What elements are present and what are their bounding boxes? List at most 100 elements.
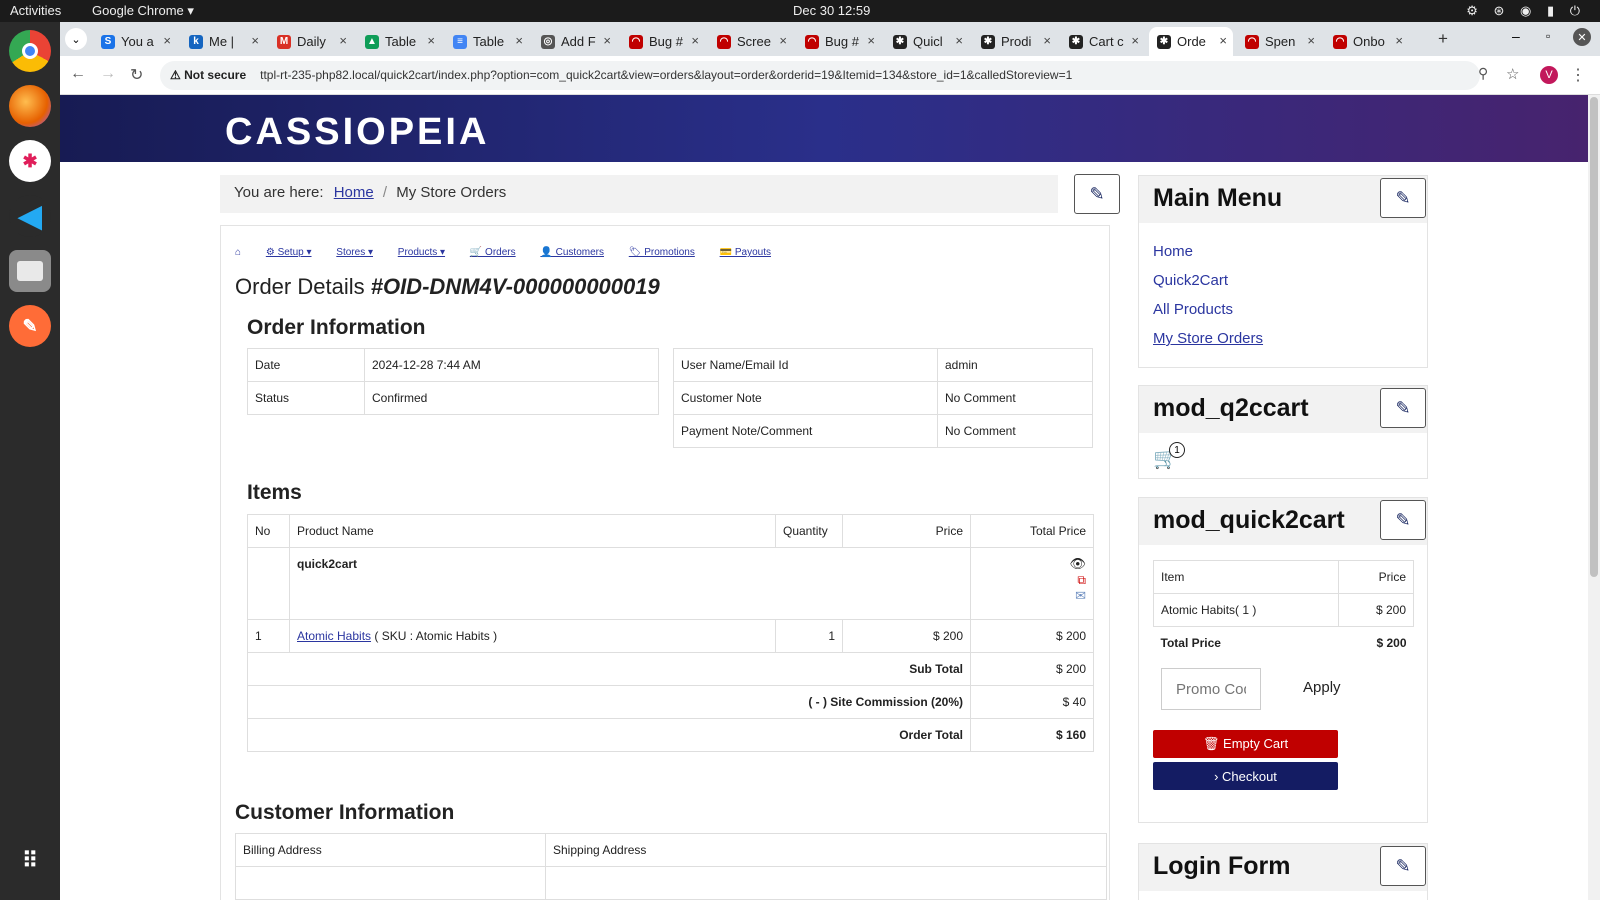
- table-header-row: Item Price: [1153, 560, 1415, 594]
- tab-close-icon[interactable]: ×: [339, 33, 347, 48]
- clock[interactable]: Dec 30 12:59: [793, 3, 870, 18]
- tab-8[interactable]: ◠ Scree ×: [709, 27, 793, 56]
- profile-avatar[interactable]: V: [1540, 66, 1558, 84]
- toolbar-promotions[interactable]: 🏷 Promotions: [629, 247, 695, 258]
- login-form-title: Login Form: [1153, 852, 1291, 880]
- promo-code-input[interactable]: [1161, 668, 1261, 710]
- main-menu-edit-button[interactable]: ✎: [1380, 178, 1426, 218]
- close-window-icon[interactable]: ✕: [1573, 28, 1591, 46]
- tab-label: Cart c: [1089, 34, 1124, 49]
- chrome-icon[interactable]: [9, 30, 51, 72]
- scrollbar-thumb[interactable]: [1590, 97, 1598, 577]
- slack-icon[interactable]: ✱: [9, 140, 51, 182]
- order-total-value: $ 160: [970, 718, 1094, 752]
- mini-cart-col-item: Item: [1153, 560, 1339, 594]
- product-link[interactable]: Atomic Habits: [297, 629, 371, 643]
- not-secure-badge[interactable]: ⚠ Not secure: [170, 68, 246, 82]
- checkout-button[interactable]: › Checkout: [1153, 762, 1338, 790]
- tab-close-icon[interactable]: ×: [603, 33, 611, 48]
- breadcrumb-edit-button[interactable]: ✎: [1074, 174, 1120, 214]
- forward-icon[interactable]: →: [100, 65, 116, 83]
- tab-close-icon[interactable]: ×: [867, 33, 875, 48]
- mod-q2ccart-edit-button[interactable]: ✎: [1380, 388, 1426, 428]
- site-logo[interactable]: CASSIOPEIA: [225, 111, 489, 154]
- tab-4[interactable]: ▲ Table ×: [357, 27, 441, 56]
- table-row: Customer Note No Comment: [673, 381, 1093, 415]
- tab-close-icon[interactable]: ×: [1131, 33, 1139, 48]
- toolbar-orders[interactable]: 🛒 Orders: [470, 247, 516, 258]
- toolbar-payouts[interactable]: 💳 Payouts: [720, 247, 771, 258]
- toolbar-products[interactable]: Products ▾: [398, 247, 445, 258]
- tab-close-icon[interactable]: ×: [779, 33, 787, 48]
- tab-close-icon[interactable]: ×: [691, 33, 699, 48]
- login-form-card: Login Form ✎: [1138, 843, 1428, 900]
- menu-item-quick2cart[interactable]: Quick2Cart: [1153, 272, 1228, 289]
- reload-icon[interactable]: ↻: [130, 65, 143, 85]
- back-icon[interactable]: ←: [70, 65, 86, 83]
- tab-3[interactable]: M Daily ×: [269, 27, 353, 56]
- menu-item-my-store-orders[interactable]: My Store Orders: [1153, 330, 1263, 347]
- tab-10[interactable]: ✱ Quicl ×: [885, 27, 969, 56]
- maximize-icon[interactable]: ▫: [1546, 29, 1550, 43]
- toolbar-setup[interactable]: ⚙ Setup ▾: [266, 247, 312, 258]
- tab-12[interactable]: ✱ Cart c ×: [1061, 27, 1145, 56]
- address-bar[interactable]: ⚠ Not secure ttpl-rt-235-php82.local/quic…: [160, 61, 1480, 90]
- tab-favicon-icon: ◠: [1245, 34, 1259, 49]
- breadcrumb-home-link[interactable]: Home: [334, 184, 374, 201]
- toolbar-stores[interactable]: Stores ▾: [336, 247, 373, 258]
- tab-14[interactable]: ◠ Spen ×: [1237, 27, 1321, 56]
- postman-icon[interactable]: ✎: [9, 305, 51, 347]
- email-icon[interactable]: ✉: [978, 588, 1086, 604]
- tab-9[interactable]: ◠ Bug # ×: [797, 27, 881, 56]
- tab-favicon-icon: ◠: [717, 34, 731, 49]
- bookmark-star-icon[interactable]: ☆: [1506, 65, 1519, 83]
- tab-2[interactable]: k Me | ×: [181, 27, 265, 56]
- firefox-icon[interactable]: [9, 85, 51, 127]
- minimize-icon[interactable]: –: [1512, 28, 1520, 44]
- files-icon[interactable]: [9, 250, 51, 292]
- login-form-edit-button[interactable]: ✎: [1380, 846, 1426, 886]
- vscode-icon[interactable]: ◀: [9, 195, 51, 237]
- toolbar-customers[interactable]: 👤 Customers: [540, 247, 604, 258]
- tab-search-button[interactable]: ⌄: [65, 28, 87, 50]
- zoom-icon[interactable]: ⚲: [1478, 65, 1488, 82]
- order-info-table-left: Date 2024-12-28 7:44 AM Status Confirmed: [247, 348, 659, 415]
- tab-close-icon[interactable]: ×: [251, 33, 259, 48]
- menu-item-all-products[interactable]: All Products: [1153, 301, 1233, 318]
- mod-quick2cart-edit-button[interactable]: ✎: [1380, 500, 1426, 540]
- pdf-icon[interactable]: ⧉: [978, 572, 1086, 588]
- app-menu[interactable]: Google Chrome ▾: [92, 3, 194, 19]
- tab-favicon-icon: S: [101, 34, 115, 49]
- system-tray[interactable]: ⚙ ⊛ ◉ ▮ ⏻: [1466, 3, 1586, 19]
- page-scrollbar[interactable]: [1588, 95, 1600, 900]
- tab-close-icon[interactable]: ×: [1395, 33, 1403, 48]
- activities-button[interactable]: Activities: [10, 3, 61, 18]
- commission-value: $ 40: [970, 685, 1094, 719]
- tab-13[interactable]: ✱ Orde ×: [1149, 27, 1233, 56]
- tab-close-icon[interactable]: ×: [1043, 33, 1051, 48]
- app-grid-icon[interactable]: ⠿: [9, 840, 51, 882]
- tab-close-icon[interactable]: ×: [427, 33, 435, 48]
- tab-6[interactable]: ◎ Add F ×: [533, 27, 617, 56]
- tab-11[interactable]: ✱ Prodi ×: [973, 27, 1057, 56]
- empty-cart-button[interactable]: 🗑 Empty Cart: [1153, 730, 1338, 758]
- tab-close-icon[interactable]: ×: [1307, 33, 1315, 48]
- view-eye-icon[interactable]: 👁: [978, 556, 1086, 572]
- menu-item-home[interactable]: Home: [1153, 243, 1193, 260]
- tab-5[interactable]: ≡ Table ×: [445, 27, 529, 56]
- tab-close-icon[interactable]: ×: [163, 33, 171, 48]
- apply-promo-button[interactable]: Apply: [1303, 679, 1341, 696]
- tab-close-icon[interactable]: ×: [955, 33, 963, 48]
- mini-cart-total-value: $ 200: [1376, 636, 1407, 651]
- toolbar-home-icon[interactable]: ⌂: [235, 247, 241, 258]
- new-tab-button[interactable]: +: [1438, 29, 1448, 49]
- col-price: Price: [842, 514, 971, 548]
- tab-close-icon[interactable]: ×: [515, 33, 523, 48]
- items-heading: Items: [247, 481, 302, 504]
- tab-label: Add F: [561, 34, 596, 49]
- tab-1[interactable]: S You a ×: [93, 27, 177, 56]
- tab-close-icon[interactable]: ×: [1219, 33, 1227, 48]
- tab-7[interactable]: ◠ Bug # ×: [621, 27, 705, 56]
- browser-menu-icon[interactable]: ⋮: [1570, 65, 1586, 85]
- tab-15[interactable]: ◠ Onbo ×: [1325, 27, 1409, 56]
